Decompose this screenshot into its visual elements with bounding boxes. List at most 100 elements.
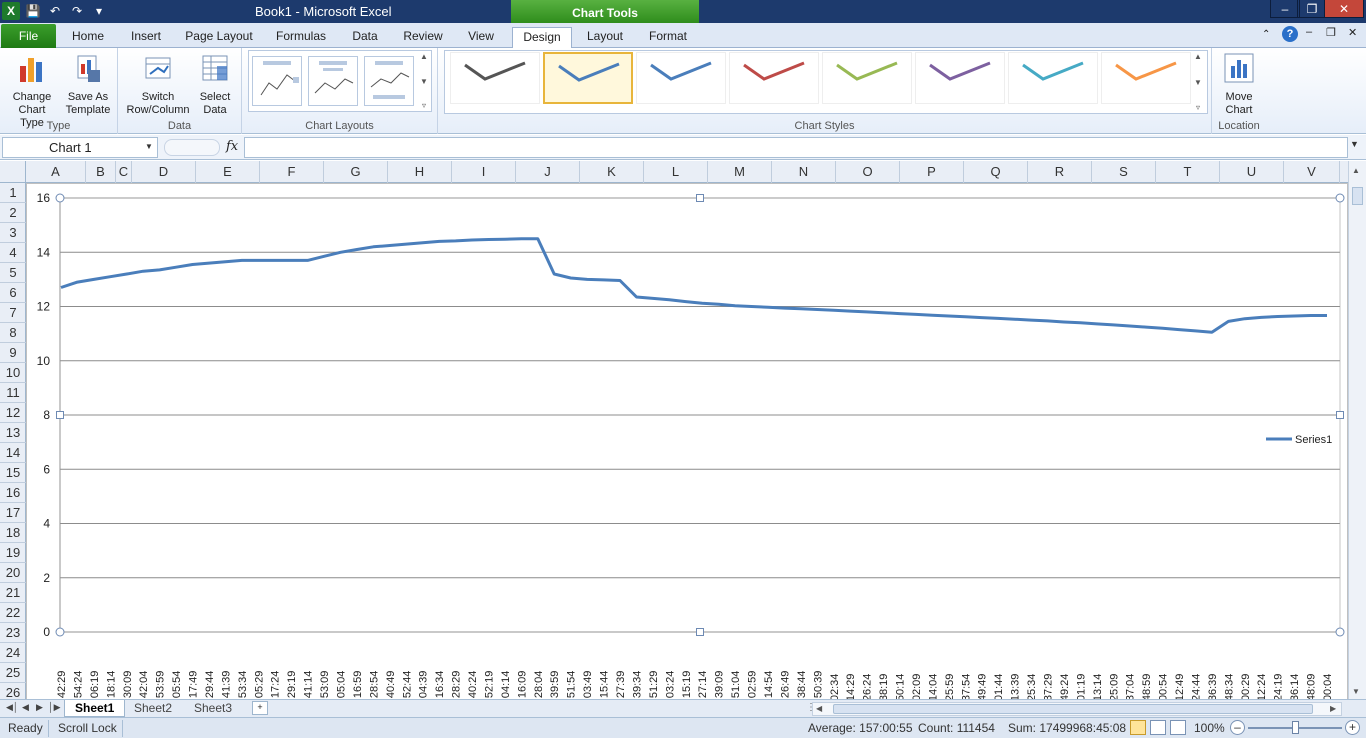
layouts-gallery-scroll[interactable]: ▲ ▼ ▿ <box>418 52 430 110</box>
row-header-25[interactable]: 25 <box>0 663 26 683</box>
workbook-close-icon[interactable]: ✕ <box>1348 26 1357 39</box>
column-header-c[interactable]: C <box>116 161 132 183</box>
resize-handle-side[interactable] <box>56 411 64 419</box>
chart-object[interactable]: 0 2 4 6 8 10 12 14 16 14:42:29 14:54:24 15:06:19 15:… <box>26 183 1348 703</box>
gallery-down-icon[interactable]: ▼ <box>420 77 428 86</box>
row-header-24[interactable]: 24 <box>0 643 26 663</box>
tab-insert[interactable]: Insert <box>122 27 170 48</box>
name-box-dropdown-icon[interactable]: ▼ <box>145 142 153 151</box>
resize-handle-corner[interactable] <box>1335 627 1345 637</box>
column-header-t[interactable]: T <box>1156 161 1220 183</box>
row-header-4[interactable]: 4 <box>0 243 26 263</box>
minimize-icon[interactable]: – <box>1270 0 1300 18</box>
column-header-r[interactable]: R <box>1028 161 1092 183</box>
row-header-20[interactable]: 20 <box>0 563 26 583</box>
column-header-d[interactable]: D <box>132 161 196 183</box>
column-header-h[interactable]: H <box>388 161 452 183</box>
tab-file[interactable]: File <box>1 24 56 48</box>
insert-function-icon[interactable]: fx <box>226 139 238 154</box>
row-header-3[interactable]: 3 <box>0 223 26 243</box>
column-header-f[interactable]: F <box>260 161 324 183</box>
tab-home[interactable]: Home <box>64 27 112 48</box>
column-header-q[interactable]: Q <box>964 161 1028 183</box>
select-all-corner[interactable] <box>0 161 26 183</box>
zoom-out-icon[interactable]: – <box>1230 720 1245 735</box>
restore-icon[interactable]: ❐ <box>1297 0 1327 18</box>
row-header-19[interactable]: 19 <box>0 543 26 563</box>
insert-worksheet-icon[interactable]: + <box>252 701 268 715</box>
zoom-in-icon[interactable]: + <box>1345 720 1360 735</box>
chart-style-5[interactable] <box>822 52 912 104</box>
row-header-18[interactable]: 18 <box>0 523 26 543</box>
name-box[interactable]: Chart 1 <box>2 137 158 158</box>
first-sheet-icon[interactable]: ◀│ <box>6 702 19 713</box>
zoom-level[interactable]: 100% <box>1194 721 1225 735</box>
sheet-tab-3[interactable]: Sheet3 <box>184 700 242 717</box>
resize-handle-side[interactable] <box>696 194 704 202</box>
column-header-e[interactable]: E <box>196 161 260 183</box>
column-header-v[interactable]: V <box>1284 161 1340 183</box>
row-header-11[interactable]: 11 <box>0 383 26 403</box>
last-sheet-icon[interactable]: │▶ <box>48 702 61 713</box>
resize-handle-corner[interactable] <box>1335 193 1345 203</box>
row-header-16[interactable]: 16 <box>0 483 26 503</box>
row-header-10[interactable]: 10 <box>0 363 26 383</box>
horizontal-scrollbar[interactable]: ◀ ▶ <box>812 702 1342 716</box>
scroll-left-icon[interactable]: ◀ <box>816 704 822 713</box>
column-header-j[interactable]: J <box>516 161 580 183</box>
chart-style-4[interactable] <box>729 52 819 104</box>
zoom-slider-thumb[interactable] <box>1292 721 1299 734</box>
styles-more-icon[interactable]: ▿ <box>1196 103 1200 112</box>
change-chart-type-button[interactable]: Change Chart Type <box>6 52 58 130</box>
formula-input[interactable] <box>244 137 1348 158</box>
resize-handle-side[interactable] <box>1336 411 1344 419</box>
vertical-scroll-thumb[interactable] <box>1352 187 1363 205</box>
scroll-up-icon[interactable]: ▲ <box>1352 166 1360 175</box>
minimize-ribbon-icon[interactable]: ⌃ <box>1262 29 1270 40</box>
column-header-b[interactable]: B <box>86 161 116 183</box>
column-header-n[interactable]: N <box>772 161 836 183</box>
row-header-15[interactable]: 15 <box>0 463 26 483</box>
formula-bar-splitter[interactable] <box>164 139 220 156</box>
styles-up-icon[interactable]: ▲ <box>1194 52 1202 61</box>
scroll-right-icon[interactable]: ▶ <box>1330 704 1336 713</box>
chart-style-3[interactable] <box>636 52 726 104</box>
chart-layout-1[interactable] <box>252 56 302 106</box>
column-header-s[interactable]: S <box>1092 161 1156 183</box>
column-header-l[interactable]: L <box>644 161 708 183</box>
tab-page-layout[interactable]: Page Layout <box>182 27 256 48</box>
scroll-down-icon[interactable]: ▼ <box>1352 687 1360 696</box>
sheet-tab-2[interactable]: Sheet2 <box>124 700 182 717</box>
column-header-g[interactable]: G <box>324 161 388 183</box>
row-header-14[interactable]: 14 <box>0 443 26 463</box>
gallery-more-icon[interactable]: ▿ <box>422 101 426 110</box>
chart-style-2[interactable] <box>543 52 633 104</box>
chart-style-1[interactable] <box>450 52 540 104</box>
chart-style-6[interactable] <box>915 52 1005 104</box>
row-header-5[interactable]: 5 <box>0 263 26 283</box>
tab-data[interactable]: Data <box>344 27 386 48</box>
chart-layout-2[interactable] <box>308 56 358 106</box>
row-header-6[interactable]: 6 <box>0 283 26 303</box>
row-header-8[interactable]: 8 <box>0 323 26 343</box>
column-header-i[interactable]: I <box>452 161 516 183</box>
row-header-12[interactable]: 12 <box>0 403 26 423</box>
vertical-scrollbar[interactable]: ▲ ▼ <box>1348 161 1366 703</box>
row-header-9[interactable]: 9 <box>0 343 26 363</box>
tab-layout[interactable]: Layout <box>578 27 632 48</box>
close-icon[interactable]: ✕ <box>1324 0 1364 18</box>
normal-view-icon[interactable] <box>1130 720 1146 735</box>
next-sheet-icon[interactable]: ▶ <box>36 702 43 713</box>
tab-format[interactable]: Format <box>640 27 696 48</box>
resize-handle-corner[interactable] <box>55 627 65 637</box>
row-header-1[interactable]: 1 <box>0 183 26 203</box>
column-header-m[interactable]: M <box>708 161 772 183</box>
row-header-7[interactable]: 7 <box>0 303 26 323</box>
workbook-restore-icon[interactable]: ❐ <box>1326 26 1336 39</box>
move-chart-button[interactable]: Move Chart <box>1213 52 1265 117</box>
chart-layout-3[interactable] <box>364 56 414 106</box>
undo-icon[interactable]: ↶ <box>46 2 64 20</box>
sheet-tab-1[interactable]: Sheet1 <box>64 700 126 717</box>
tab-design[interactable]: Design <box>512 27 572 48</box>
page-break-view-icon[interactable] <box>1170 720 1186 735</box>
